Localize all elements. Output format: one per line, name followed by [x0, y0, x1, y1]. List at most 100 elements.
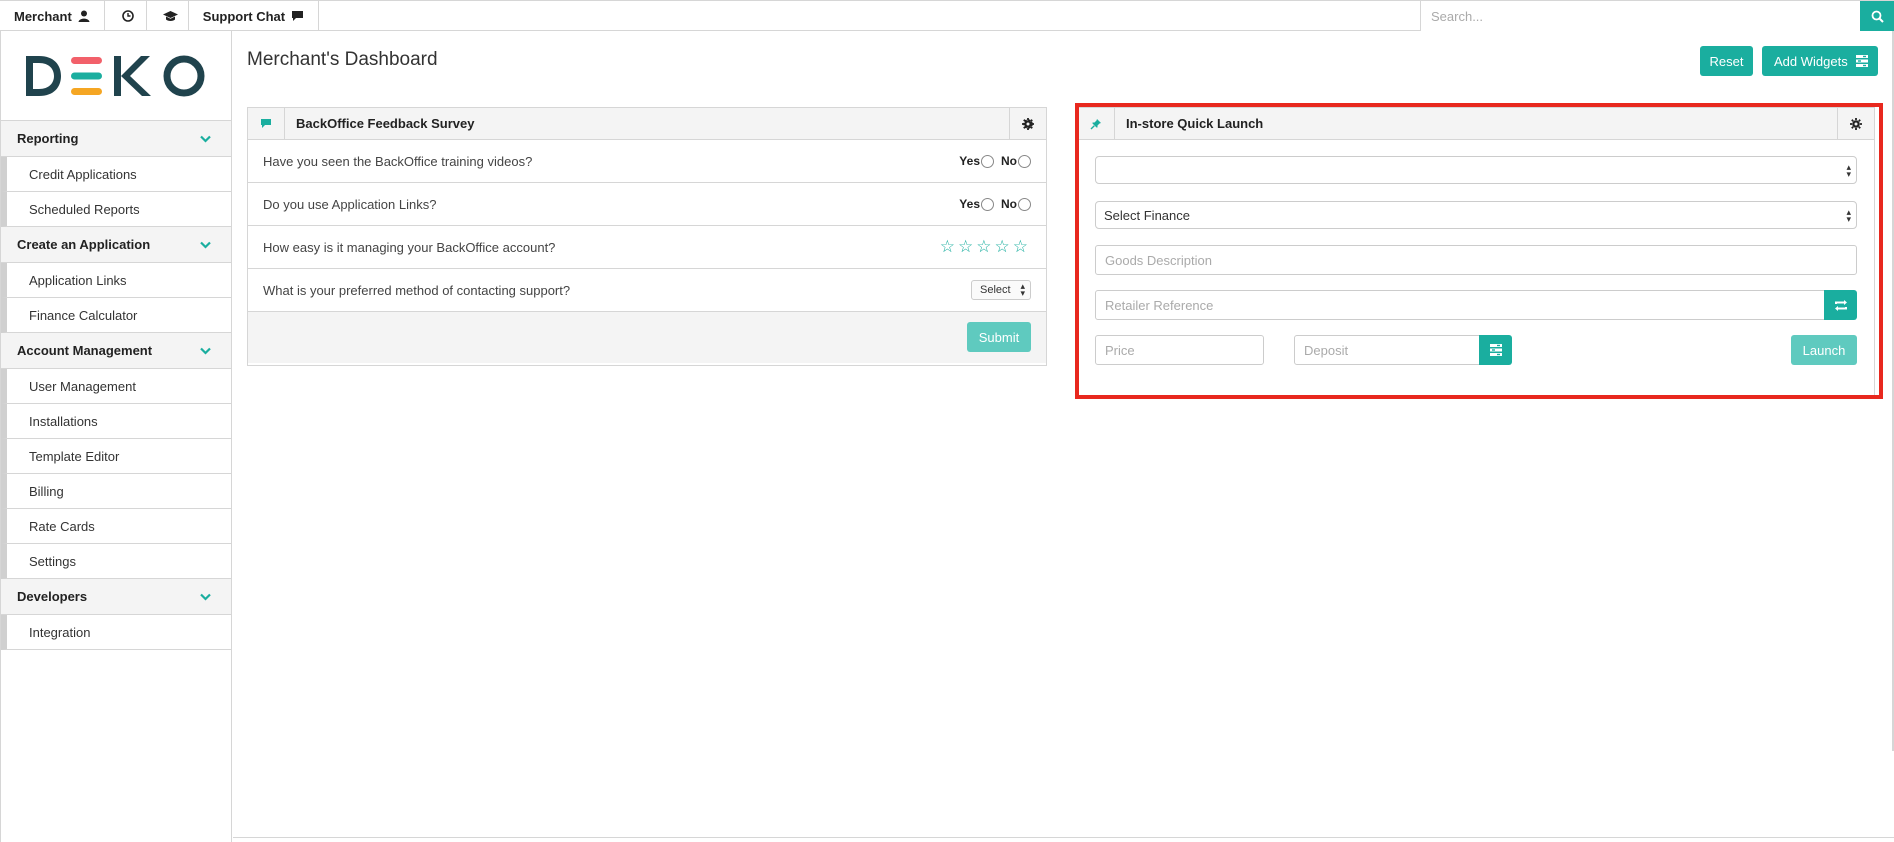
sidebar-item-label: Template Editor: [29, 448, 120, 464]
sidebar-item-installations[interactable]: Installations: [1, 404, 231, 439]
widget-settings-button[interactable]: [1837, 108, 1874, 139]
chevron-down-icon: [200, 593, 211, 601]
deposit-calculator-button[interactable]: [1479, 335, 1512, 365]
generate-reference-button[interactable]: [1824, 290, 1857, 320]
star-icon[interactable]: ☆: [940, 237, 958, 257]
refresh-icon: [1834, 299, 1847, 311]
star-icon[interactable]: ☆: [995, 237, 1013, 257]
star-icon[interactable]: ☆: [1013, 237, 1031, 257]
widget-header: In-store Quick Launch: [1078, 108, 1874, 140]
search-bar: [1420, 1, 1894, 31]
sidebar-item-scheduled-reports[interactable]: Scheduled Reports: [1, 192, 231, 227]
survey-footer: Submit: [248, 312, 1046, 363]
widget-title: BackOffice Feedback Survey: [296, 116, 475, 131]
sidebar-item-rate-cards[interactable]: Rate Cards: [1, 509, 231, 544]
sidebar-item-label: Credit Applications: [29, 166, 137, 182]
sidebar-item-label: Installations: [29, 413, 98, 429]
widget-settings-button[interactable]: [1009, 108, 1046, 139]
pin-icon: [1090, 118, 1101, 129]
page-title: Merchant's Dashboard: [247, 49, 438, 70]
section-title: Reporting: [17, 131, 79, 146]
no-radio[interactable]: [1018, 197, 1031, 211]
section-title: Account Management: [17, 343, 153, 358]
merchant-label: Merchant: [14, 8, 72, 24]
chevron-down-icon: [200, 347, 211, 355]
deposit-input[interactable]: Deposit: [1294, 335, 1480, 365]
select-value: Select: [980, 284, 1011, 296]
gear-icon: [1022, 117, 1034, 130]
sidebar-item-integration[interactable]: Integration: [1, 615, 231, 650]
no-label: No: [1001, 154, 1017, 168]
submit-button[interactable]: Submit: [967, 322, 1031, 352]
reset-button[interactable]: Reset: [1700, 46, 1753, 76]
widget-drag-handle[interactable]: [1078, 108, 1115, 139]
yes-radio[interactable]: [981, 154, 994, 168]
star-rating: ☆ ☆ ☆ ☆ ☆: [940, 237, 1031, 257]
user-icon: [78, 10, 90, 22]
section-title: Create an Application: [17, 237, 151, 252]
section-title: Developers: [17, 589, 88, 604]
sidebar-item-billing[interactable]: Billing: [1, 474, 231, 509]
widget-drag-handle[interactable]: [248, 108, 285, 139]
logo-graphic: [26, 55, 205, 96]
sidebar-item-label: User Management: [29, 378, 136, 394]
launch-button[interactable]: Launch: [1791, 335, 1857, 365]
sidebar-item-user-management[interactable]: User Management: [1, 369, 231, 404]
deko-logo[interactable]: [1, 31, 231, 121]
quick-launch-widget: In-store Quick Launch ▴ ▾ Select Finance …: [1077, 107, 1875, 399]
star-icon[interactable]: ☆: [976, 237, 994, 257]
sidebar-section-account-management[interactable]: Account Management: [1, 333, 231, 369]
comment-icon: [261, 119, 271, 128]
select-arrows-icon: ▴ ▾: [1020, 281, 1025, 298]
survey-question-row: How easy is it managing your BackOffice …: [248, 226, 1046, 269]
add-widgets-button[interactable]: Add Widgets: [1762, 46, 1878, 76]
sidebar: Reporting Credit Applications Scheduled …: [0, 31, 232, 842]
finance-select[interactable]: Select Finance ▴ ▾: [1095, 201, 1857, 229]
sidebar-item-label: Application Links: [29, 272, 127, 288]
retailer-reference-input[interactable]: Retailer Reference: [1095, 290, 1825, 320]
sidebar-item-label: Settings: [29, 553, 76, 569]
survey-question-row: Have you seen the BackOffice training vi…: [248, 140, 1046, 183]
sidebar-section-create-application[interactable]: Create an Application: [1, 227, 231, 263]
sidebar-item-label: Billing: [29, 483, 64, 499]
store-select[interactable]: ▴ ▾: [1095, 156, 1857, 184]
support-chat-label: Support Chat: [202, 8, 286, 24]
question-text: Do you use Application Links?: [263, 196, 437, 212]
list-icon: [1489, 344, 1502, 356]
top-bar: Merchant Support Chat: [0, 0, 1894, 31]
sidebar-section-reporting[interactable]: Reporting: [1, 121, 231, 157]
sidebar-section-developers[interactable]: Developers: [1, 579, 231, 615]
sidebar-item-template-editor[interactable]: Template Editor: [1, 439, 231, 474]
goods-description-input[interactable]: Goods Description: [1095, 245, 1857, 275]
training-button[interactable]: [147, 1, 189, 31]
sidebar-item-credit-applications[interactable]: Credit Applications: [1, 157, 231, 192]
select-arrows-icon: ▴ ▾: [1846, 162, 1851, 179]
sidebar-item-application-links[interactable]: Application Links: [1, 263, 231, 298]
widget-header: BackOffice Feedback Survey: [248, 108, 1046, 140]
contact-method-select[interactable]: Select ▴ ▾: [971, 280, 1031, 300]
history-button[interactable]: [105, 1, 147, 31]
main-content: Merchant's Dashboard Reset Add Widgets B…: [233, 31, 1894, 842]
widget-title: In-store Quick Launch: [1126, 116, 1264, 131]
star-icon[interactable]: ☆: [958, 237, 976, 257]
yes-radio[interactable]: [981, 197, 994, 211]
survey-question-row: What is your preferred method of contact…: [248, 269, 1046, 312]
question-text: What is your preferred method of contact…: [263, 282, 571, 298]
chat-icon: [292, 11, 304, 21]
search-input[interactable]: [1420, 1, 1860, 31]
search-button[interactable]: [1860, 1, 1894, 31]
merchant-menu[interactable]: Merchant: [0, 1, 105, 31]
search-icon: [1871, 10, 1884, 23]
sidebar-item-finance-calculator[interactable]: Finance Calculator: [1, 298, 231, 333]
no-radio[interactable]: [1018, 154, 1031, 168]
select-value: Select Finance: [1104, 207, 1190, 223]
select-arrows-icon: ▴ ▾: [1846, 207, 1851, 224]
price-input[interactable]: Price: [1095, 335, 1264, 365]
chevron-down-icon: [200, 241, 211, 249]
chevron-down-icon: [200, 135, 211, 143]
sidebar-item-label: Finance Calculator: [29, 307, 138, 323]
support-chat-button[interactable]: Support Chat: [189, 1, 320, 31]
bottom-border: [233, 837, 1894, 838]
yes-no-options: Yes No: [959, 154, 1031, 168]
sidebar-item-settings[interactable]: Settings: [1, 544, 231, 579]
